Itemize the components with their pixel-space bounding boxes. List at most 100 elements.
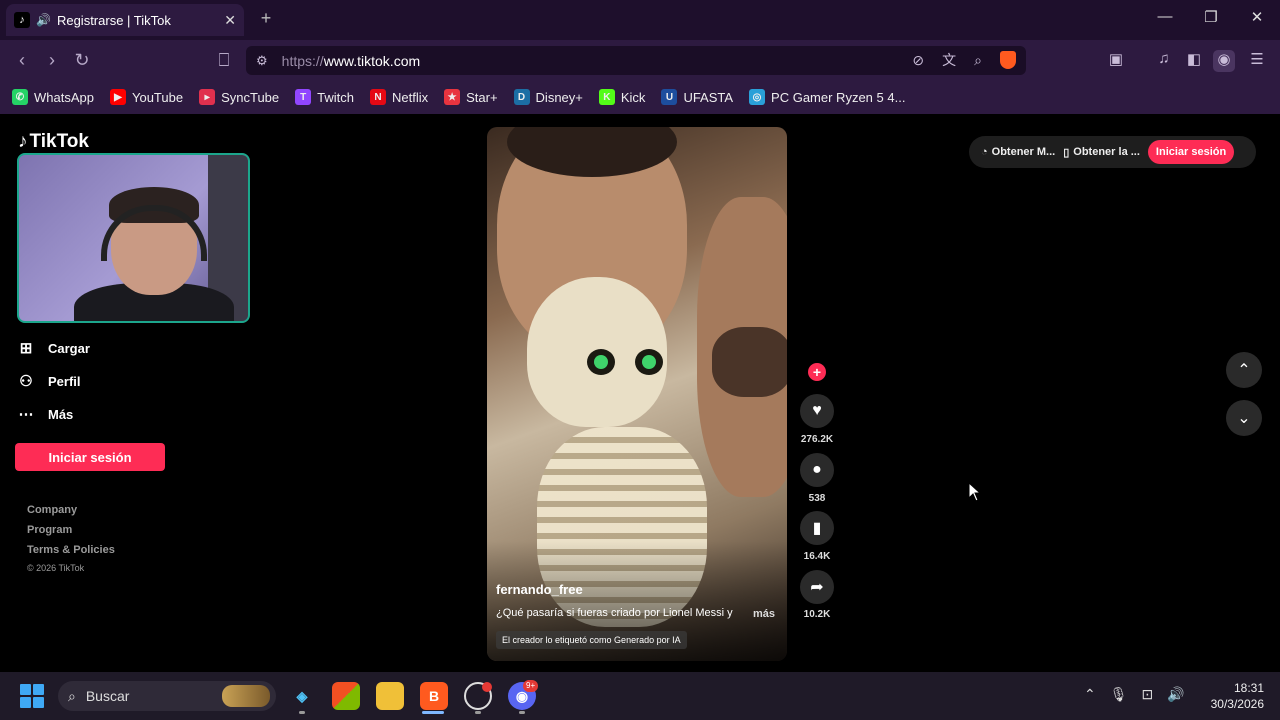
bookmark-label: Netflix: [391, 89, 429, 105]
browser-tab[interactable]: ♪ 🔊 Registrarse | TikTok ✕: [6, 4, 244, 36]
app-indicator: [519, 711, 525, 714]
synctube-icon: ▸: [199, 89, 216, 105]
more-icon: ⋯: [18, 406, 34, 423]
sidebar-item-más[interactable]: ⋯ Más: [18, 405, 74, 423]
bookmark-label: YouTube: [131, 89, 184, 105]
login-button-top[interactable]: Iniciar sesión: [1147, 140, 1235, 164]
mouse-cursor-icon: [968, 481, 982, 507]
shares-count: 10.2K: [803, 609, 831, 620]
share-button[interactable]: ➦: [800, 570, 834, 604]
bookmark-item[interactable]: D Disney+: [513, 89, 583, 105]
bookmark-item[interactable]: T Twitch: [295, 89, 354, 105]
file-explorer-icon[interactable]: [376, 682, 404, 710]
save-button[interactable]: ▮: [800, 511, 834, 545]
bookmark-label: Twitch: [317, 89, 354, 105]
sidebar-item-cargar[interactable]: ⊞ Cargar: [18, 339, 90, 357]
restore-icon[interactable]: ❐: [1196, 8, 1226, 32]
get-app-mobile[interactable]: ▯ Obtener la ...: [1063, 146, 1140, 159]
comment-button[interactable]: ●: [800, 453, 834, 487]
profile-icon[interactable]: ◉: [1213, 50, 1235, 72]
bookmark-item[interactable]: N Netflix: [369, 89, 429, 105]
close-window-icon[interactable]: ✕: [1242, 8, 1272, 32]
bookmark-save-icon: ▮: [812, 520, 822, 537]
discord-badge: 9+: [523, 680, 539, 692]
bookmark-item[interactable]: K Kick: [598, 89, 645, 105]
bookmark-item[interactable]: ✆ WhatsApp: [12, 89, 94, 105]
taskbar-search[interactable]: ⌕ Buscar: [58, 681, 276, 711]
forward-icon[interactable]: ›: [40, 48, 64, 72]
new-tab-button[interactable]: +: [256, 8, 276, 32]
media-icon[interactable]: ♫: [1153, 50, 1175, 72]
like-button[interactable]: ♥: [800, 394, 834, 428]
bookmark-item[interactable]: ◎ PC Gamer Ryzen 5 4...: [749, 89, 905, 105]
speaker-icon[interactable]: 🔊: [36, 13, 51, 27]
no-sound-icon[interactable]: ⊘: [912, 52, 924, 69]
follow-plus-icon[interactable]: +: [808, 363, 826, 381]
tab-close-icon[interactable]: ✕: [224, 12, 236, 29]
saves-count: 16.4K: [803, 551, 831, 562]
clock-date: 30/3/2026: [1210, 697, 1264, 711]
top-right-actions: ◔ Obtener M... ▯ Obtener la ... Iniciar …: [969, 136, 1256, 168]
caption-more-link[interactable]: más: [753, 608, 775, 620]
bookmark-item[interactable]: ▸ SyncTube: [199, 89, 279, 105]
volume-icon[interactable]: 🔊: [1167, 686, 1184, 703]
next-video-button[interactable]: ⌄: [1226, 400, 1262, 436]
comment-icon: ●: [812, 461, 822, 478]
microsoft-store-icon[interactable]: [332, 682, 360, 710]
disney-plus-icon: D: [513, 89, 530, 105]
twitch-icon: T: [295, 89, 312, 105]
reader-mode-icon[interactable]: ▣: [1105, 50, 1127, 72]
bookmark-item[interactable]: ▶ YouTube: [109, 89, 184, 105]
get-app-mobile-label: Obtener la ...: [1073, 146, 1140, 158]
previous-video-button[interactable]: ⌃: [1226, 352, 1262, 388]
sidebar-item-label: Cargar: [48, 340, 90, 356]
chevron-up-icon[interactable]: ⌃: [1084, 686, 1096, 703]
brave-browser-icon[interactable]: B: [420, 682, 448, 710]
zoom-icon[interactable]: ⌕: [974, 52, 982, 69]
footer-link-terms[interactable]: Terms & Policies: [27, 544, 115, 556]
sidebar-item-perfil[interactable]: ⚇ Perfil: [18, 372, 81, 390]
phone-icon: ▯: [1063, 146, 1070, 159]
app-indicator: [475, 711, 481, 714]
taskbar-clock[interactable]: 18:31 30/3/2026: [1196, 680, 1264, 712]
reload-icon[interactable]: ↻: [70, 48, 94, 72]
site-settings-icon[interactable]: ⚙: [256, 53, 268, 69]
bookmark-item[interactable]: ★ Star+: [444, 89, 498, 105]
sidebar-icon[interactable]: ◧: [1183, 50, 1205, 72]
translate-icon[interactable]: 文: [942, 50, 956, 70]
back-icon[interactable]: ‹: [10, 48, 34, 72]
youtube-icon: ▶: [109, 89, 126, 105]
bookmark-label: Disney+: [535, 89, 583, 105]
whatsapp-icon: ✆: [12, 89, 28, 105]
comments-count: 538: [808, 493, 826, 504]
video-player[interactable]: [487, 127, 787, 661]
login-button-side[interactable]: Iniciar sesión: [15, 443, 165, 471]
active-app-indicator: [422, 711, 444, 714]
bookmark-label: Star+: [466, 89, 498, 105]
microphone-icon[interactable]: 🎙: [1110, 686, 1128, 703]
search-placeholder: Buscar: [85, 688, 130, 704]
sidebar-item-label: Perfil: [48, 373, 81, 389]
footer-link-company[interactable]: Company: [27, 504, 77, 516]
bookmark-icon[interactable]: ⎕: [212, 48, 236, 72]
video-author[interactable]: fernando_free: [496, 582, 583, 597]
address-bar[interactable]: ⚙ https:// www.tiktok.com ⊘ 文 ⌕: [246, 46, 1026, 75]
footer-link-program[interactable]: Program: [27, 524, 72, 536]
get-app-pc[interactable]: ◔ Obtener M...: [981, 146, 1055, 158]
network-icon[interactable]: ⊡: [1142, 686, 1154, 703]
bookmark-label: UFASTA: [683, 89, 734, 105]
url-scheme: https://: [281, 52, 324, 69]
url-host: www.tiktok.com: [323, 52, 421, 69]
tiktok-logo[interactable]: ♪ TikTok: [18, 131, 89, 153]
copyright: © 2026 TikTok: [27, 563, 85, 573]
search-icon: ⌕: [68, 687, 76, 704]
start-button[interactable]: [20, 684, 44, 708]
notification-dot: [482, 682, 492, 692]
share-icon: ➦: [810, 579, 824, 596]
brave-shield-icon[interactable]: [1000, 51, 1016, 69]
minimize-icon[interactable]: —: [1150, 8, 1180, 32]
app-indicator: [299, 711, 305, 714]
bookmark-item[interactable]: U UFASTA: [661, 89, 733, 105]
menu-icon[interactable]: ☰: [1246, 50, 1268, 72]
app-icon-1[interactable]: ◈: [288, 682, 316, 710]
